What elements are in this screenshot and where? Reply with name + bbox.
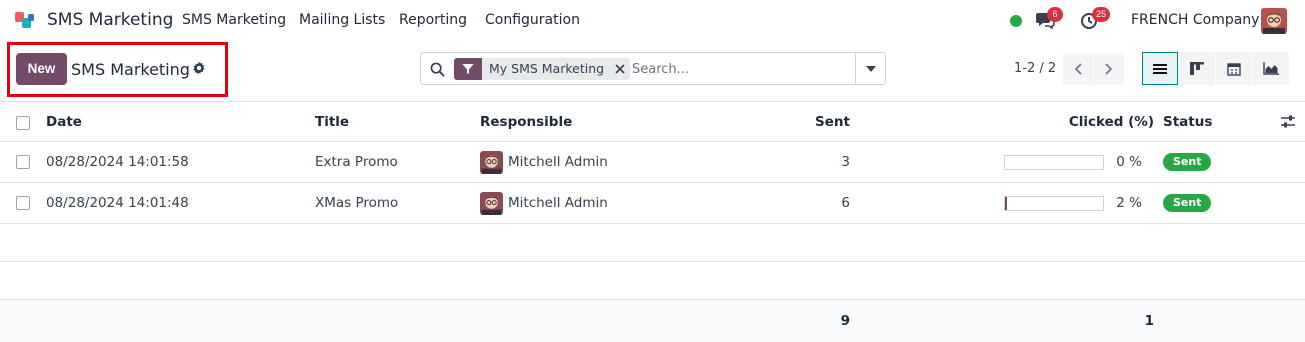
graph-view-button[interactable] [1253,52,1289,85]
area-chart-icon [1263,62,1279,75]
app-name[interactable]: SMS Marketing [47,10,173,30]
menu-sms-marketing[interactable]: SMS Marketing [182,12,286,28]
table-header: Date Title Responsible Sent Clicked (%) … [0,101,1305,142]
cell-status: Sent [1163,142,1212,182]
total-clicked: 1 [1144,313,1154,329]
user-avatar-image [1261,8,1287,34]
menu-reporting[interactable]: Reporting [399,12,467,28]
optional-columns-toggle-icon[interactable] [1280,114,1296,130]
presence-status-dot [1010,15,1022,27]
clicked-value: 0 % [1116,154,1142,170]
calendar-view-button[interactable] [1216,52,1252,85]
filter-icon [454,58,482,80]
kanban-view-icon [1190,62,1204,75]
table-footer-totals: 9 1 [0,300,1305,342]
cell-title: XMas Promo [315,195,399,211]
clicked-value: 2 % [1116,195,1142,211]
row-checkbox[interactable] [16,196,30,210]
messages-button[interactable]: 6 [1035,7,1063,31]
calendar-view-icon [1227,62,1241,76]
cell-clicked: 2 % [990,183,1142,223]
filter-facet-label: My SMS Marketing [489,61,605,76]
cell-title: Extra Promo [315,154,398,170]
caret-down-icon [865,65,876,72]
table-row[interactable]: 08/28/2024 14:01:48 XMas Promo Mitchell … [0,183,1305,224]
sms-list-view: Date Title Responsible Sent Clicked (%) … [0,101,1305,342]
cell-date: 08/28/2024 14:01:58 [46,154,189,170]
responsible-avatar[interactable] [480,150,503,174]
empty-row [0,262,1305,300]
cell-sent: 6 [841,195,850,211]
activities-counter-badge: 25 [1092,7,1111,22]
pager-value[interactable]: 1-2 / 2 [1014,61,1056,76]
clicked-progress-bar [1004,195,1105,211]
chevron-left-icon [1074,63,1082,75]
kanban-view-button[interactable] [1179,52,1215,85]
cell-sent: 3 [841,154,850,170]
responsible-avatar[interactable] [480,191,503,215]
search-bar: My SMS Marketing [420,52,886,85]
page-title[interactable]: SMS Marketing [71,60,190,79]
new-button[interactable]: New [16,53,67,85]
empty-row [0,224,1305,262]
column-header-clicked[interactable]: Clicked (%) [1040,102,1154,141]
column-header-title[interactable]: Title [315,102,349,141]
sms-marketing-logo-icon[interactable] [14,10,38,32]
menu-mailing-lists[interactable]: Mailing Lists [299,12,385,28]
search-icon [430,62,445,77]
user-avatar[interactable] [1261,8,1287,34]
menu-configuration[interactable]: Configuration [485,12,580,28]
responsible-name: Mitchell Admin [508,195,608,211]
cell-status: Sent [1163,183,1212,223]
chevron-right-icon [1105,63,1113,75]
column-header-date[interactable]: Date [46,102,82,141]
column-header-responsible[interactable]: Responsible [480,102,572,141]
cell-clicked: 0 % [990,142,1142,182]
column-header-status[interactable]: Status [1163,102,1212,141]
activities-button[interactable]: 25 [1080,7,1111,31]
list-view-icon [1153,63,1167,74]
pager-previous-button[interactable] [1063,53,1093,85]
status-badge: Sent [1163,153,1212,171]
select-all-checkbox[interactable] [16,116,30,130]
row-checkbox[interactable] [16,155,30,169]
list-view-button[interactable] [1142,52,1178,85]
remove-filter-icon[interactable] [610,58,630,80]
responsible-name: Mitchell Admin [508,154,608,170]
total-sent: 9 [840,313,850,329]
gear-icon[interactable] [192,61,206,75]
search-input[interactable] [632,58,852,80]
cell-date: 08/28/2024 14:01:48 [46,195,189,211]
top-navbar: SMS Marketing SMS Marketing Mailing List… [0,0,1305,42]
search-options-toggle[interactable] [855,53,885,84]
filter-facet: My SMS Marketing [454,58,631,80]
cell-responsible: Mitchell Admin [480,142,608,182]
messages-counter-badge: 6 [1047,7,1063,22]
company-switcher[interactable]: FRENCH Company [1131,12,1259,28]
table-row[interactable]: 08/28/2024 14:01:58 Extra Promo Mitchell… [0,142,1305,183]
clicked-progress-fill [1005,196,1008,210]
pager-next-button[interactable] [1094,53,1124,85]
cell-responsible: Mitchell Admin [480,183,608,223]
clicked-progress-bar [1004,154,1105,170]
column-header-sent[interactable]: Sent [760,102,850,141]
status-badge: Sent [1163,194,1212,212]
